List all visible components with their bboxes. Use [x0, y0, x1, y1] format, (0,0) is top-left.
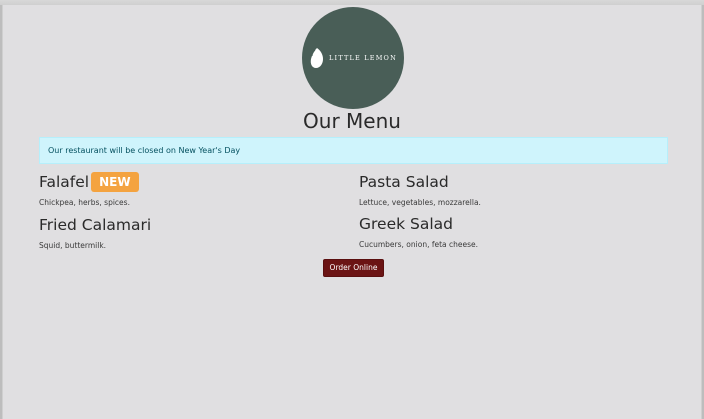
lemon-icon	[310, 48, 324, 68]
menu-item-description: Cucumbers, onion, feta cheese.	[359, 240, 479, 249]
menu-item-greek-salad: Greek Salad Cucumbers, onion, feta chees…	[359, 214, 478, 249]
menu-item-description: Lettuce, vegetables, mozzarella.	[359, 198, 481, 207]
menu-item-name: Fried Calamari	[39, 216, 152, 234]
menu-item-description: Squid, buttermilk.	[39, 241, 107, 250]
menu-item-pasta-salad: Pasta Salad Lettuce, vegetables, mozzare…	[359, 172, 481, 207]
info-alert: Our restaurant will be closed on New Yea…	[39, 137, 668, 164]
new-badge: NEW	[91, 172, 139, 192]
page-content: LITTLE LEMON Our Menu Our restaurant wil…	[2, 5, 702, 419]
page-title: Our Menu	[303, 109, 401, 133]
logo-text: LITTLE LEMON	[329, 54, 397, 62]
menu-item-name: Pasta Salad	[359, 173, 449, 191]
menu-item-name: Greek Salad	[359, 215, 453, 233]
menu-item-fried-calamari: Fried Calamari Squid, buttermilk.	[39, 215, 151, 250]
menu-item-description: Chickpea, herbs, spices.	[39, 198, 130, 207]
little-lemon-logo: LITTLE LEMON	[302, 7, 404, 109]
order-online-button[interactable]: Order Online	[323, 259, 384, 277]
menu-item-falafel: Falafel NEW Chickpea, herbs, spices.	[39, 172, 139, 207]
menu-item-name: Falafel	[39, 173, 90, 191]
